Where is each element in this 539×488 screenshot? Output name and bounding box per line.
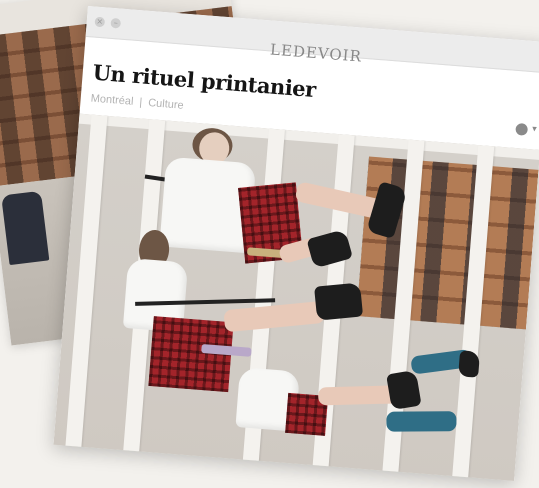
article-photo	[53, 113, 539, 481]
byline-separator: |	[138, 96, 143, 109]
stage: × – LEDEVOIR Un rituel printanier Montré…	[0, 0, 539, 488]
chevron-down-icon[interactable]: ▾	[532, 124, 537, 134]
swinger-leg	[318, 385, 399, 406]
swinger-boot	[314, 282, 364, 321]
article-card: × – LEDEVOIR Un rituel printanier Montré…	[53, 6, 539, 481]
swinger-right-leg	[386, 411, 457, 432]
byline-section[interactable]: Culture	[148, 97, 184, 112]
byline-location: Montréal	[90, 92, 134, 108]
background-people	[1, 190, 50, 266]
